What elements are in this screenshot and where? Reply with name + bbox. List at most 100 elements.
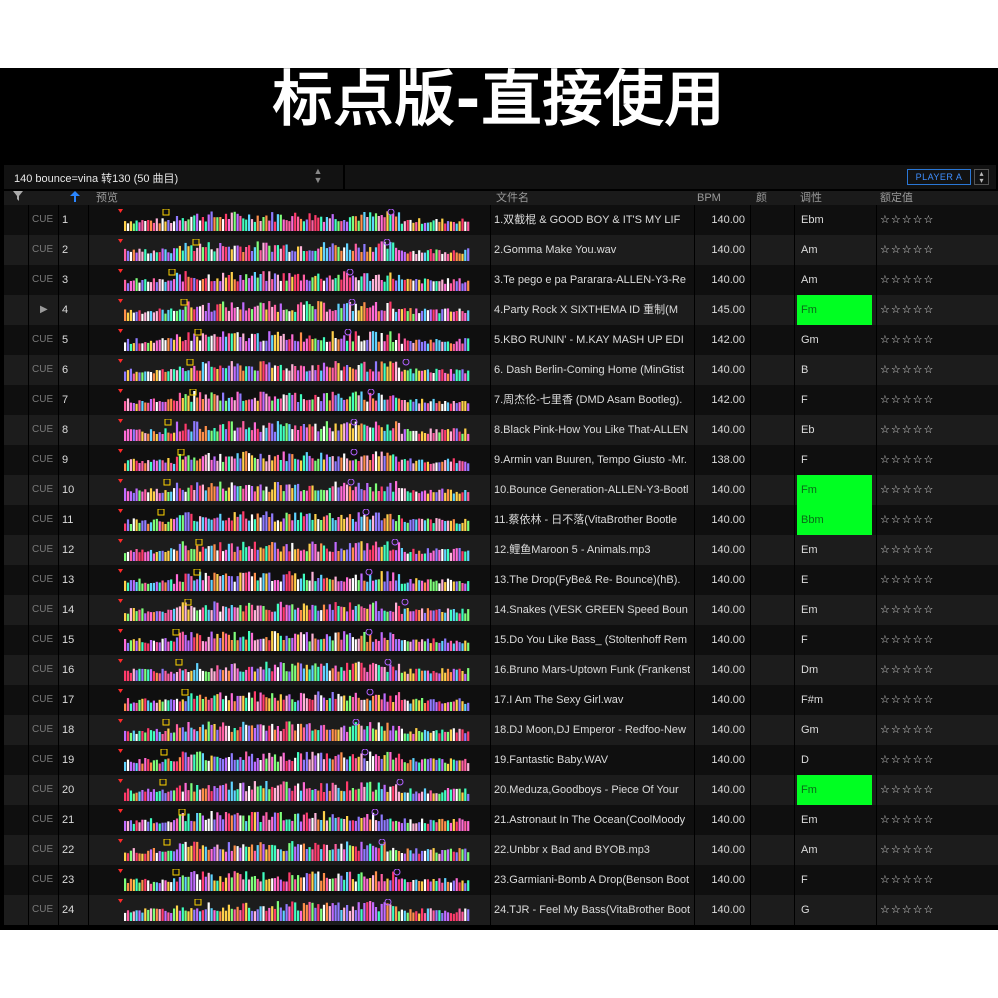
table-row[interactable]: CUE 9 9.Armin van Buuren, Tempo Giusto -Mr… (4, 445, 998, 475)
header-rating[interactable]: 额定值 (880, 191, 913, 205)
table-row[interactable]: CUE 10 10.Bounce Generation-ALLEN-Y3-Bootl… (4, 475, 998, 505)
table-row[interactable]: CUE 17 17.I Am The Sexy Girl.wav 140.00 F#m ☆… (4, 685, 998, 715)
cue-label[interactable]: CUE (32, 355, 58, 385)
table-row[interactable]: CUE 13 13.The Drop(FyBe& Re- Bounce)(hB). 1… (4, 565, 998, 595)
cue-label[interactable]: CUE (32, 805, 58, 835)
rating-stars-icon[interactable]: ☆☆☆☆☆ (880, 865, 990, 895)
rating-stars-icon[interactable]: ☆☆☆☆☆ (880, 895, 990, 925)
waveform-preview[interactable] (118, 269, 480, 291)
cue-label[interactable]: CUE (32, 625, 58, 655)
header-key[interactable]: 调性 (800, 191, 822, 205)
waveform-preview[interactable] (118, 539, 480, 561)
waveform-preview[interactable] (118, 419, 480, 441)
table-row[interactable]: CUE 2 2.Gomma Make You.wav 140.00 Am ☆☆☆☆☆ (4, 235, 998, 265)
cue-label[interactable]: CUE (32, 595, 58, 625)
header-preview[interactable]: 预览 (96, 191, 118, 205)
rating-stars-icon[interactable]: ☆☆☆☆☆ (880, 235, 990, 265)
table-row[interactable]: CUE 14 14.Snakes (VESK GREEN Speed Boun 140… (4, 595, 998, 625)
rating-stars-icon[interactable]: ☆☆☆☆☆ (880, 385, 990, 415)
waveform-preview[interactable] (118, 209, 480, 231)
table-row[interactable]: CUE 19 19.Fantastic Baby.WAV 140.00 D ☆☆☆☆☆ (4, 745, 998, 775)
cue-label[interactable]: CUE (32, 325, 58, 355)
waveform-preview[interactable] (118, 509, 480, 531)
waveform-preview[interactable] (118, 479, 480, 501)
rating-stars-icon[interactable]: ☆☆☆☆☆ (880, 625, 990, 655)
waveform-preview[interactable] (118, 779, 480, 801)
rating-stars-icon[interactable]: ☆☆☆☆☆ (880, 355, 990, 385)
waveform-preview[interactable] (118, 869, 480, 891)
rating-stars-icon[interactable]: ☆☆☆☆☆ (880, 475, 990, 505)
waveform-preview[interactable] (118, 839, 480, 861)
table-row[interactable]: CUE 22 22.Unbbr x Bad and BYOB.mp3 140.00 Am… (4, 835, 998, 865)
waveform-preview[interactable] (118, 599, 480, 621)
cue-label[interactable]: CUE (32, 535, 58, 565)
table-row[interactable]: CUE 7 7.周杰伦-七里香 (DMD Asam Bootleg). 142.00 F… (4, 385, 998, 415)
rating-stars-icon[interactable]: ☆☆☆☆☆ (880, 295, 990, 325)
table-row[interactable]: CUE 12 12.鲤鱼Maroon 5 - Animals.mp3 140.00 Em… (4, 535, 998, 565)
cue-label[interactable]: CUE (32, 655, 58, 685)
rating-stars-icon[interactable]: ☆☆☆☆☆ (880, 265, 990, 295)
waveform-preview[interactable] (118, 569, 480, 591)
header-bpm[interactable]: BPM (697, 191, 721, 205)
table-row[interactable]: CUE 23 23.Garmiani-Bomb A Drop(Benson Boot… (4, 865, 998, 895)
cue-label[interactable]: CUE (32, 505, 58, 535)
table-row[interactable]: CUE 20 20.Meduza,Goodboys - Piece Of Your 1… (4, 775, 998, 805)
rating-stars-icon[interactable]: ☆☆☆☆☆ (880, 835, 990, 865)
waveform-preview[interactable] (118, 629, 480, 651)
table-row[interactable]: CUE 11 11.蔡依林 - 日不落(VitaBrother Bootle 140.… (4, 505, 998, 535)
table-row[interactable]: CUE 5 5.KBO RUNIN' - M.KAY MASH UP EDI 142.… (4, 325, 998, 355)
rating-stars-icon[interactable]: ☆☆☆☆☆ (880, 745, 990, 775)
rating-stars-icon[interactable]: ☆☆☆☆☆ (880, 805, 990, 835)
waveform-preview[interactable] (118, 299, 480, 321)
cue-label[interactable]: CUE (32, 775, 58, 805)
cue-label[interactable]: CUE (32, 445, 58, 475)
waveform-preview[interactable] (118, 749, 480, 771)
rating-stars-icon[interactable]: ☆☆☆☆☆ (880, 445, 990, 475)
table-row[interactable]: CUE 6 6. Dash Berlin-Coming Home (MinGtist… (4, 355, 998, 385)
rating-stars-icon[interactable]: ☆☆☆☆☆ (880, 685, 990, 715)
rating-stars-icon[interactable]: ☆☆☆☆☆ (880, 715, 990, 745)
waveform-preview[interactable] (118, 239, 480, 261)
header-color[interactable]: 颜 (756, 191, 767, 205)
cue-label[interactable]: CUE (32, 685, 58, 715)
cue-label[interactable]: CUE (32, 565, 58, 595)
table-row[interactable]: ▶ 4 4.Party Rock X SIXTHEMA ID 重制(M 145.00 F… (4, 295, 998, 325)
table-row[interactable]: CUE 8 8.Black Pink-How You Like That-ALLEN… (4, 415, 998, 445)
rating-stars-icon[interactable]: ☆☆☆☆☆ (880, 505, 990, 535)
rating-stars-icon[interactable]: ☆☆☆☆☆ (880, 775, 990, 805)
table-row[interactable]: CUE 21 21.Astronaut In The Ocean(CoolMoody… (4, 805, 998, 835)
rating-stars-icon[interactable]: ☆☆☆☆☆ (880, 535, 990, 565)
waveform-preview[interactable] (118, 719, 480, 741)
waveform-preview[interactable] (118, 389, 480, 411)
waveform-preview[interactable] (118, 329, 480, 351)
table-row[interactable]: CUE 15 15.Do You Like Bass_ (Stoltenhoff R… (4, 625, 998, 655)
cue-label[interactable]: CUE (32, 385, 58, 415)
sort-up-arrow-icon[interactable] (70, 191, 80, 205)
waveform-preview[interactable] (118, 359, 480, 381)
table-row[interactable]: CUE 18 18.DJ Moon,DJ Emperor - Redfoo-New 1… (4, 715, 998, 745)
player-select-arrows-icon[interactable]: ▴ ▾ (974, 169, 989, 185)
playlist-dropdown-arrows-icon[interactable]: ▲ ▼ (312, 167, 324, 185)
rating-stars-icon[interactable]: ☆☆☆☆☆ (880, 415, 990, 445)
header-filename[interactable]: 文件名 (496, 191, 529, 205)
cue-label[interactable]: CUE (32, 745, 58, 775)
waveform-preview[interactable] (118, 809, 480, 831)
table-row[interactable]: CUE 1 1.双截棍 & GOOD BOY & IT'S MY LIF 140.00… (4, 205, 998, 235)
player-a-button[interactable]: PLAYER A (907, 169, 971, 185)
waveform-preview[interactable] (118, 659, 480, 681)
waveform-preview[interactable] (118, 449, 480, 471)
table-row[interactable]: CUE 24 24.TJR - Feel My Bass(VitaBrother B… (4, 895, 998, 925)
cue-label[interactable]: CUE (32, 205, 58, 235)
table-row[interactable]: CUE 3 3.Te pego e pa Pararara-ALLEN-Y3-Re 1… (4, 265, 998, 295)
rating-stars-icon[interactable]: ☆☆☆☆☆ (880, 205, 990, 235)
cue-label[interactable]: CUE (32, 265, 58, 295)
cue-label[interactable]: CUE (32, 895, 58, 925)
waveform-preview[interactable] (118, 689, 480, 711)
rating-stars-icon[interactable]: ☆☆☆☆☆ (880, 565, 990, 595)
cue-label[interactable]: CUE (32, 865, 58, 895)
cue-label[interactable]: CUE (32, 475, 58, 505)
rating-stars-icon[interactable]: ☆☆☆☆☆ (880, 655, 990, 685)
table-row[interactable]: CUE 16 16.Bruno Mars-Uptown Funk (Frankens… (4, 655, 998, 685)
cue-label[interactable]: CUE (32, 715, 58, 745)
waveform-preview[interactable] (118, 899, 480, 921)
